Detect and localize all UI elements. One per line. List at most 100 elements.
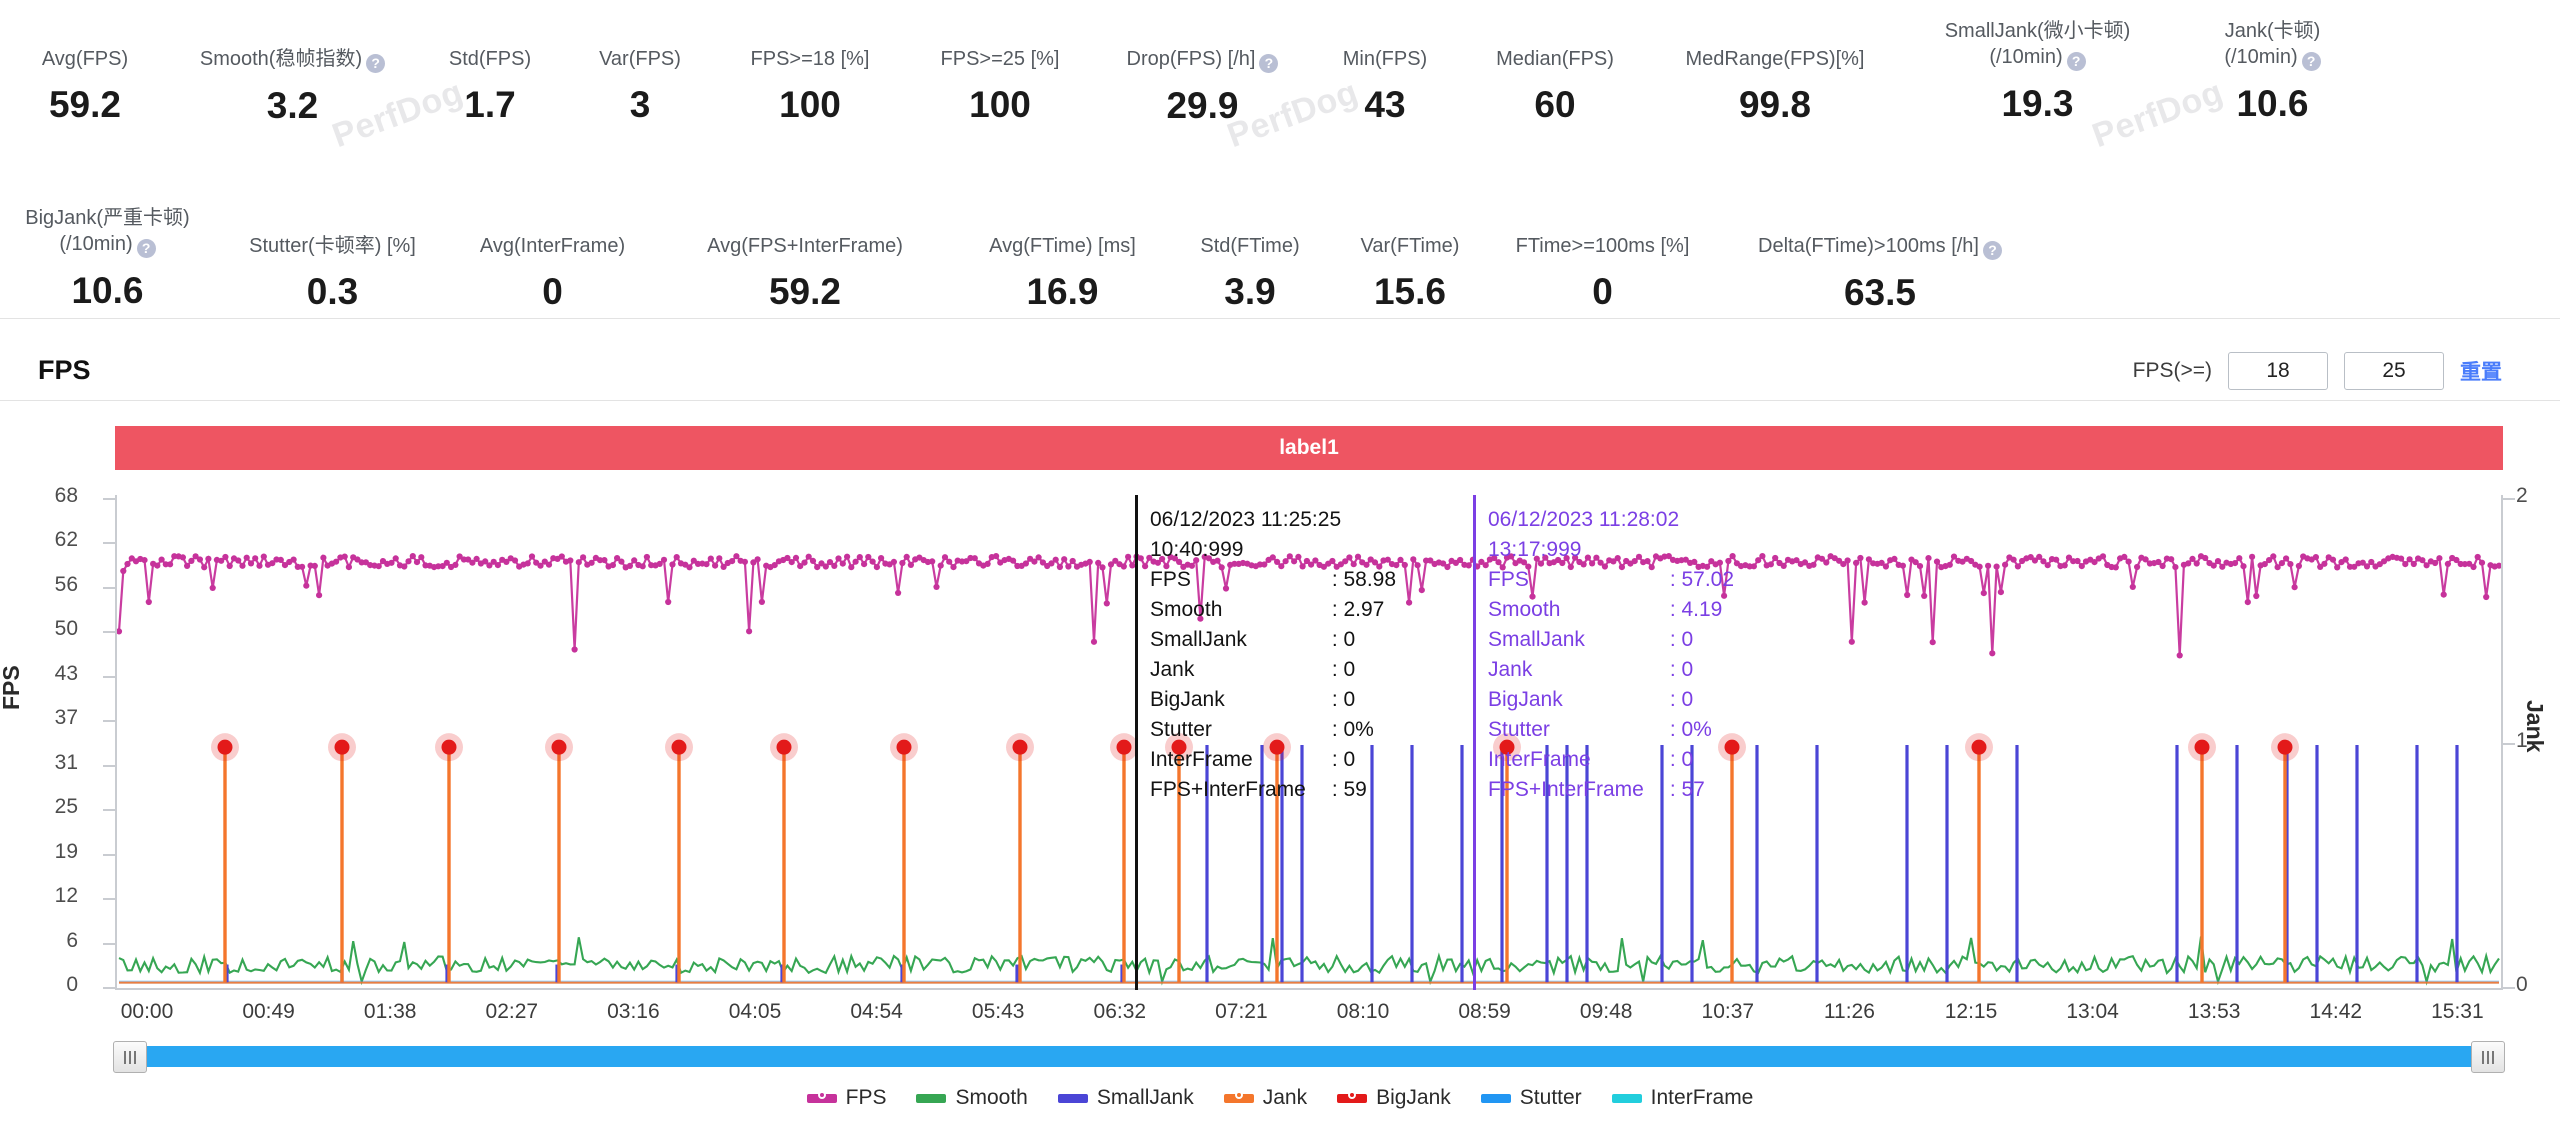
stat-value: 60 [1534, 84, 1575, 126]
help-icon[interactable]: ? [1259, 54, 1278, 73]
y-tick-mark-right [2503, 743, 2515, 745]
scrollbar-track[interactable] [113, 1046, 2505, 1067]
stat-cell: Drop(FPS) [/h]? 29.9 [1095, 18, 1310, 127]
stat-value: 99.8 [1739, 84, 1811, 126]
scrollbar-handle-left[interactable] [113, 1041, 147, 1073]
stat-label: Var(FTime) [1361, 205, 1460, 259]
plot-svg [117, 495, 2501, 986]
stat-cell: Avg(FPS+InterFrame)59.2 [655, 205, 955, 314]
label-band[interactable]: label1 [115, 426, 2503, 470]
legend-item[interactable]: FPS [807, 1086, 887, 1110]
y-tick-mark [103, 542, 115, 544]
legend-item[interactable]: Jank [1224, 1086, 1307, 1110]
stat-cell: Avg(InterFrame) 0 [450, 205, 655, 314]
stat-cell: Min(FPS)43 [1310, 18, 1460, 127]
stat-label: Stutter(卡顿率) [%] [249, 205, 416, 259]
cursor-line-b[interactable] [1473, 495, 1476, 990]
legend-swatch [1337, 1094, 1367, 1103]
stat-cell: Delta(FTime)>100ms [/h]? 63.5 [1715, 205, 2045, 314]
perfdog-fps-page: PerfDog PerfDog PerfDog PerfDog PerfDog … [0, 0, 2560, 1127]
stat-cell: Median(FPS) 60 [1460, 18, 1650, 127]
stat-value: 19.3 [2001, 83, 2073, 125]
stat-cell: MedRange(FPS)[%] 99.8 [1650, 18, 1900, 127]
help-icon[interactable]: ? [2302, 52, 2321, 71]
stat-value: 3 [630, 84, 651, 126]
y-tick-label: 50 [18, 617, 78, 641]
reset-button[interactable]: 重置 [2460, 356, 2502, 386]
y-tick-label: 12 [18, 884, 78, 908]
y-tick-mark-right [2503, 498, 2515, 500]
stat-cell: Var(FTime)15.6 [1330, 205, 1490, 314]
legend-label: FPS [846, 1086, 887, 1110]
stat-label: Avg(InterFrame) [480, 205, 625, 259]
plot-area[interactable] [115, 495, 2503, 990]
help-icon[interactable]: ? [366, 54, 385, 73]
y-tick-mark [103, 631, 115, 633]
legend-marker-dot [1235, 1091, 1243, 1099]
legend-swatch [807, 1094, 837, 1103]
y-tick-label: 68 [18, 484, 78, 508]
y-tick-mark-right [2503, 987, 2515, 989]
y-tick-label: 56 [18, 573, 78, 597]
y-tick-mark [103, 587, 115, 589]
stat-label: Median(FPS) [1496, 18, 1614, 72]
stat-value: 63.5 [1844, 272, 1916, 314]
legend-item[interactable]: BigJank [1337, 1086, 1451, 1110]
stat-label: FPS>=18 [%] [751, 18, 870, 72]
stat-label: Std(FPS) [449, 18, 531, 72]
y-tick-mark [103, 943, 115, 945]
legend-item[interactable]: Smooth [916, 1086, 1027, 1110]
legend-marker-dot [1348, 1091, 1356, 1099]
stat-value: 10.6 [71, 270, 143, 312]
legend-item[interactable]: SmallJank [1058, 1086, 1194, 1110]
y-tick-label: 0 [18, 973, 78, 997]
y-tick-mark [103, 720, 115, 722]
stat-cell: FTime>=100ms [%]0 [1490, 205, 1715, 314]
help-icon[interactable]: ? [1983, 241, 2002, 260]
fps-threshold-low-input[interactable] [2228, 352, 2328, 390]
y-tick-label-right: 1 [2516, 729, 2556, 753]
y-tick-label: 62 [18, 528, 78, 552]
stat-label: MedRange(FPS)[%] [1686, 18, 1865, 72]
x-tick-label: 10:37 [1702, 1000, 1755, 1024]
y-tick-label: 25 [18, 795, 78, 819]
help-icon[interactable]: ? [137, 239, 156, 258]
legend-item[interactable]: InterFrame [1612, 1086, 1754, 1110]
y-tick-mark [103, 765, 115, 767]
fps-chart: label1 FPS Jank 6862565043373125191260 2… [0, 400, 2560, 1127]
y-tick-mark [103, 987, 115, 989]
stat-value: 29.9 [1166, 85, 1238, 127]
stat-label: Avg(FPS) [42, 18, 128, 72]
x-tick-label: 04:54 [850, 1000, 903, 1024]
legend-marker-dot [818, 1091, 826, 1099]
stat-label: Delta(FTime)>100ms [/h]? [1758, 205, 2002, 260]
x-tick-label: 05:43 [972, 1000, 1025, 1024]
stat-cell: Var(FPS)3 [565, 18, 715, 127]
x-tick-label: 12:15 [1945, 1000, 1998, 1024]
stat-label: FTime>=100ms [%] [1516, 205, 1690, 259]
x-tick-label: 00:49 [242, 1000, 295, 1024]
legend-item[interactable]: Stutter [1481, 1086, 1582, 1110]
fps-threshold-high-input[interactable] [2344, 352, 2444, 390]
stat-value: 0 [542, 271, 563, 313]
stat-value: 3.2 [267, 85, 318, 127]
x-tick-label: 08:59 [1458, 1000, 1511, 1024]
y-tick-mark [103, 676, 115, 678]
y-tick-label: 43 [18, 662, 78, 686]
help-icon[interactable]: ? [2067, 52, 2086, 71]
stat-label: Drop(FPS) [/h]? [1127, 18, 1279, 73]
x-tick-label: 04:05 [729, 1000, 782, 1024]
timeline-scrollbar[interactable] [113, 1041, 2505, 1071]
x-tick-label: 14:42 [2310, 1000, 2363, 1024]
stat-cell: FPS>=18 [%]100 [715, 18, 905, 127]
x-tick-label: 00:00 [121, 1000, 174, 1024]
stat-cell: Std(FPS)1.7 [415, 18, 565, 127]
stat-cell: FPS>=25 [%]100 [905, 18, 1095, 127]
stat-label: Avg(FPS+InterFrame) [707, 205, 903, 259]
stat-value: 16.9 [1026, 271, 1098, 313]
scrollbar-handle-right[interactable] [2471, 1041, 2505, 1073]
stat-cell: BigJank(严重卡顿)(/10min)?10.6 [0, 205, 215, 314]
stats-row-secondary: BigJank(严重卡顿)(/10min)?10.6Stutter(卡顿率) [… [0, 205, 2560, 314]
stat-label: SmallJank(微小卡顿)(/10min)? [1945, 18, 2131, 71]
cursor-line-a[interactable] [1135, 495, 1138, 990]
